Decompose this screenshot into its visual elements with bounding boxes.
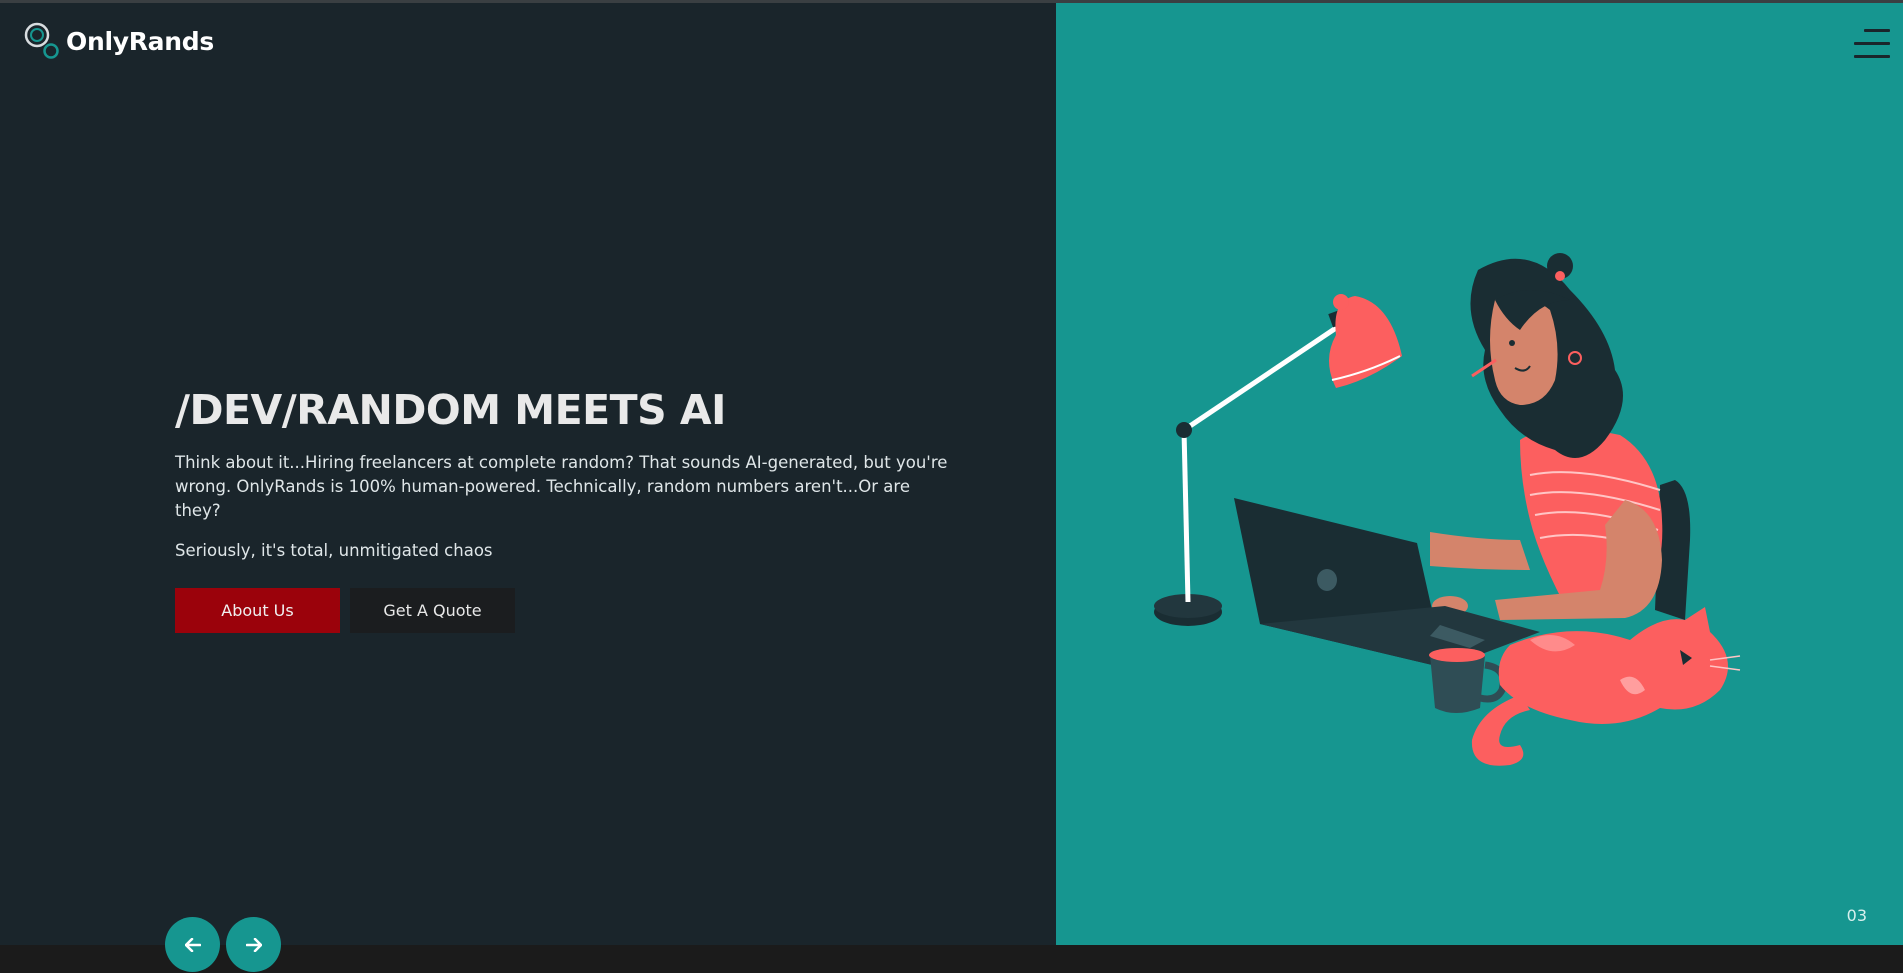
- brand-name: OnlyRands: [66, 26, 214, 56]
- brand-logo[interactable]: OnlyRands: [24, 22, 214, 60]
- hero-actions: About Us Get A Quote: [175, 588, 515, 633]
- hero-description: Think about it...Hiring freelancers at c…: [175, 453, 948, 520]
- hamburger-menu-icon[interactable]: [1854, 29, 1890, 59]
- hero-subtext: Seriously, it's total, unmitigated chaos: [175, 541, 493, 560]
- hero-left-panel: OnlyRands /DEV/RANDOM MEETS AI Think abo…: [0, 3, 1056, 945]
- about-us-button[interactable]: About Us: [175, 588, 340, 633]
- bottom-bar: [0, 945, 1903, 973]
- slide-counter: 03: [1846, 906, 1867, 925]
- hero-content: /DEV/RANDOM MEETS AI Think about it...Hi…: [175, 385, 975, 563]
- logo-rings-icon: [24, 22, 59, 59]
- hero-title: /DEV/RANDOM MEETS AI: [175, 386, 726, 434]
- arrow-left-icon: [184, 937, 201, 952]
- woman-at-desk-illustration: [1154, 253, 1741, 766]
- arrow-right-icon: [245, 937, 262, 952]
- slider-prev-button[interactable]: [165, 917, 220, 972]
- slider-next-button[interactable]: [226, 917, 281, 972]
- get-quote-button[interactable]: Get A Quote: [350, 588, 515, 633]
